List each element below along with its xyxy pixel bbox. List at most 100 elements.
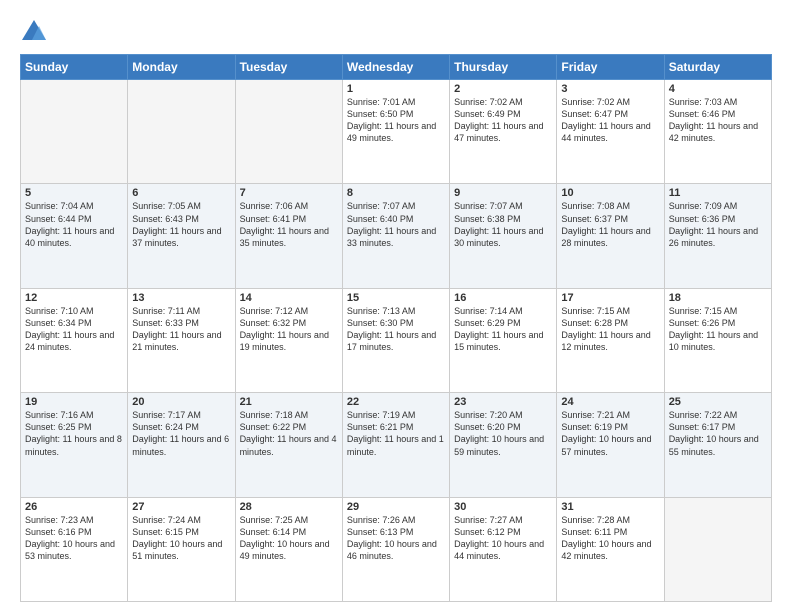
day-cell: 2Sunrise: 7:02 AM Sunset: 6:49 PM Daylig… <box>450 80 557 184</box>
day-info: Sunrise: 7:21 AM Sunset: 6:19 PM Dayligh… <box>561 409 659 458</box>
day-info: Sunrise: 7:03 AM Sunset: 6:46 PM Dayligh… <box>669 96 767 145</box>
week-row-4: 26Sunrise: 7:23 AM Sunset: 6:16 PM Dayli… <box>21 497 772 601</box>
day-info: Sunrise: 7:10 AM Sunset: 6:34 PM Dayligh… <box>25 305 123 354</box>
day-cell: 16Sunrise: 7:14 AM Sunset: 6:29 PM Dayli… <box>450 288 557 392</box>
day-cell: 27Sunrise: 7:24 AM Sunset: 6:15 PM Dayli… <box>128 497 235 601</box>
day-number: 30 <box>454 501 552 513</box>
day-cell: 26Sunrise: 7:23 AM Sunset: 6:16 PM Dayli… <box>21 497 128 601</box>
day-cell <box>235 80 342 184</box>
day-number: 2 <box>454 83 552 95</box>
day-info: Sunrise: 7:15 AM Sunset: 6:28 PM Dayligh… <box>561 305 659 354</box>
day-info: Sunrise: 7:22 AM Sunset: 6:17 PM Dayligh… <box>669 409 767 458</box>
day-cell: 6Sunrise: 7:05 AM Sunset: 6:43 PM Daylig… <box>128 184 235 288</box>
day-info: Sunrise: 7:14 AM Sunset: 6:29 PM Dayligh… <box>454 305 552 354</box>
day-cell: 21Sunrise: 7:18 AM Sunset: 6:22 PM Dayli… <box>235 393 342 497</box>
day-number: 20 <box>132 396 230 408</box>
day-number: 16 <box>454 292 552 304</box>
day-number: 19 <box>25 396 123 408</box>
week-row-0: 1Sunrise: 7:01 AM Sunset: 6:50 PM Daylig… <box>21 80 772 184</box>
day-number: 25 <box>669 396 767 408</box>
day-info: Sunrise: 7:04 AM Sunset: 6:44 PM Dayligh… <box>25 200 123 249</box>
day-number: 28 <box>240 501 338 513</box>
day-cell: 8Sunrise: 7:07 AM Sunset: 6:40 PM Daylig… <box>342 184 449 288</box>
day-info: Sunrise: 7:06 AM Sunset: 6:41 PM Dayligh… <box>240 200 338 249</box>
day-cell: 25Sunrise: 7:22 AM Sunset: 6:17 PM Dayli… <box>664 393 771 497</box>
day-cell: 12Sunrise: 7:10 AM Sunset: 6:34 PM Dayli… <box>21 288 128 392</box>
day-number: 10 <box>561 187 659 199</box>
day-info: Sunrise: 7:27 AM Sunset: 6:12 PM Dayligh… <box>454 514 552 563</box>
day-cell: 19Sunrise: 7:16 AM Sunset: 6:25 PM Dayli… <box>21 393 128 497</box>
day-number: 14 <box>240 292 338 304</box>
day-cell: 1Sunrise: 7:01 AM Sunset: 6:50 PM Daylig… <box>342 80 449 184</box>
day-info: Sunrise: 7:09 AM Sunset: 6:36 PM Dayligh… <box>669 200 767 249</box>
day-cell <box>128 80 235 184</box>
header <box>20 18 772 46</box>
day-header-row: SundayMondayTuesdayWednesdayThursdayFrid… <box>21 55 772 80</box>
day-info: Sunrise: 7:05 AM Sunset: 6:43 PM Dayligh… <box>132 200 230 249</box>
day-number: 6 <box>132 187 230 199</box>
day-cell: 13Sunrise: 7:11 AM Sunset: 6:33 PM Dayli… <box>128 288 235 392</box>
day-cell: 28Sunrise: 7:25 AM Sunset: 6:14 PM Dayli… <box>235 497 342 601</box>
day-info: Sunrise: 7:08 AM Sunset: 6:37 PM Dayligh… <box>561 200 659 249</box>
day-info: Sunrise: 7:23 AM Sunset: 6:16 PM Dayligh… <box>25 514 123 563</box>
day-number: 9 <box>454 187 552 199</box>
day-number: 13 <box>132 292 230 304</box>
day-cell: 31Sunrise: 7:28 AM Sunset: 6:11 PM Dayli… <box>557 497 664 601</box>
day-number: 18 <box>669 292 767 304</box>
day-number: 27 <box>132 501 230 513</box>
day-info: Sunrise: 7:17 AM Sunset: 6:24 PM Dayligh… <box>132 409 230 458</box>
logo <box>20 18 52 46</box>
day-number: 31 <box>561 501 659 513</box>
day-number: 12 <box>25 292 123 304</box>
logo-icon <box>20 18 48 46</box>
day-info: Sunrise: 7:02 AM Sunset: 6:47 PM Dayligh… <box>561 96 659 145</box>
day-info: Sunrise: 7:15 AM Sunset: 6:26 PM Dayligh… <box>669 305 767 354</box>
day-info: Sunrise: 7:28 AM Sunset: 6:11 PM Dayligh… <box>561 514 659 563</box>
day-header-thursday: Thursday <box>450 55 557 80</box>
day-number: 3 <box>561 83 659 95</box>
day-cell: 7Sunrise: 7:06 AM Sunset: 6:41 PM Daylig… <box>235 184 342 288</box>
day-cell: 22Sunrise: 7:19 AM Sunset: 6:21 PM Dayli… <box>342 393 449 497</box>
day-number: 23 <box>454 396 552 408</box>
day-cell: 10Sunrise: 7:08 AM Sunset: 6:37 PM Dayli… <box>557 184 664 288</box>
day-number: 29 <box>347 501 445 513</box>
day-number: 4 <box>669 83 767 95</box>
day-info: Sunrise: 7:07 AM Sunset: 6:38 PM Dayligh… <box>454 200 552 249</box>
day-info: Sunrise: 7:18 AM Sunset: 6:22 PM Dayligh… <box>240 409 338 458</box>
day-cell: 9Sunrise: 7:07 AM Sunset: 6:38 PM Daylig… <box>450 184 557 288</box>
day-cell: 11Sunrise: 7:09 AM Sunset: 6:36 PM Dayli… <box>664 184 771 288</box>
day-header-friday: Friday <box>557 55 664 80</box>
day-info: Sunrise: 7:02 AM Sunset: 6:49 PM Dayligh… <box>454 96 552 145</box>
day-cell: 17Sunrise: 7:15 AM Sunset: 6:28 PM Dayli… <box>557 288 664 392</box>
day-number: 24 <box>561 396 659 408</box>
day-cell: 29Sunrise: 7:26 AM Sunset: 6:13 PM Dayli… <box>342 497 449 601</box>
day-cell: 20Sunrise: 7:17 AM Sunset: 6:24 PM Dayli… <box>128 393 235 497</box>
calendar-body: 1Sunrise: 7:01 AM Sunset: 6:50 PM Daylig… <box>21 80 772 602</box>
day-cell: 24Sunrise: 7:21 AM Sunset: 6:19 PM Dayli… <box>557 393 664 497</box>
day-number: 17 <box>561 292 659 304</box>
day-number: 8 <box>347 187 445 199</box>
day-info: Sunrise: 7:01 AM Sunset: 6:50 PM Dayligh… <box>347 96 445 145</box>
day-number: 22 <box>347 396 445 408</box>
day-cell: 15Sunrise: 7:13 AM Sunset: 6:30 PM Dayli… <box>342 288 449 392</box>
week-row-3: 19Sunrise: 7:16 AM Sunset: 6:25 PM Dayli… <box>21 393 772 497</box>
day-cell <box>664 497 771 601</box>
calendar-header: SundayMondayTuesdayWednesdayThursdayFrid… <box>21 55 772 80</box>
day-cell: 5Sunrise: 7:04 AM Sunset: 6:44 PM Daylig… <box>21 184 128 288</box>
day-number: 21 <box>240 396 338 408</box>
day-number: 1 <box>347 83 445 95</box>
day-header-saturday: Saturday <box>664 55 771 80</box>
page: SundayMondayTuesdayWednesdayThursdayFrid… <box>0 0 792 612</box>
day-header-sunday: Sunday <box>21 55 128 80</box>
day-number: 5 <box>25 187 123 199</box>
day-info: Sunrise: 7:26 AM Sunset: 6:13 PM Dayligh… <box>347 514 445 563</box>
day-info: Sunrise: 7:16 AM Sunset: 6:25 PM Dayligh… <box>25 409 123 458</box>
calendar: SundayMondayTuesdayWednesdayThursdayFrid… <box>20 54 772 602</box>
day-cell <box>21 80 128 184</box>
day-header-wednesday: Wednesday <box>342 55 449 80</box>
day-number: 11 <box>669 187 767 199</box>
day-cell: 23Sunrise: 7:20 AM Sunset: 6:20 PM Dayli… <box>450 393 557 497</box>
day-number: 7 <box>240 187 338 199</box>
day-header-monday: Monday <box>128 55 235 80</box>
day-cell: 18Sunrise: 7:15 AM Sunset: 6:26 PM Dayli… <box>664 288 771 392</box>
